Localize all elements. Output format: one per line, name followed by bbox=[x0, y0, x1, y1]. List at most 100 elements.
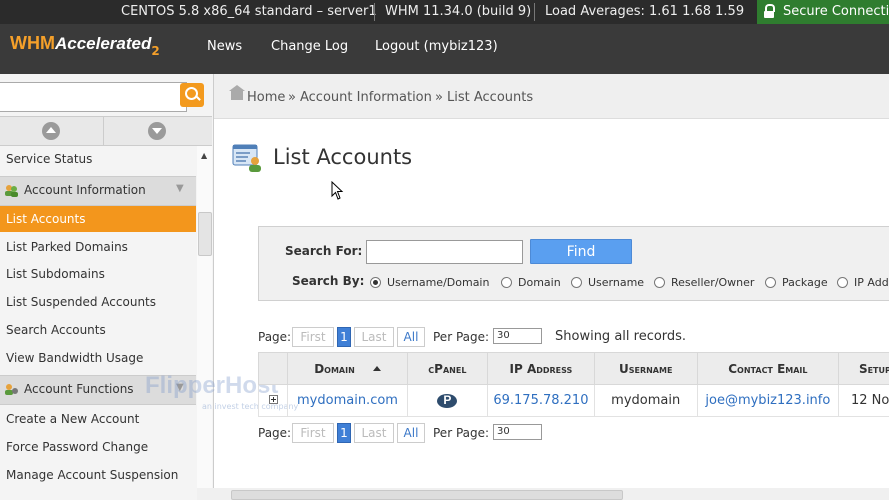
accounts-table: Domain cPanel IP Address Username Contac… bbox=[257, 352, 889, 417]
find-button[interactable]: Find bbox=[530, 239, 632, 264]
first-page-button[interactable]: First bbox=[292, 327, 334, 347]
sidebar-item-list-accounts[interactable]: List Accounts bbox=[0, 206, 196, 232]
column-header-ip-address[interactable]: IP Address bbox=[487, 352, 595, 385]
sidebar-item-list-subdomains[interactable]: List Subdomains bbox=[0, 261, 196, 287]
sidebar-item-manage-account-suspension[interactable]: Manage Account Suspension bbox=[0, 462, 196, 488]
sort-ascending-icon bbox=[372, 365, 381, 371]
nav-news[interactable]: News bbox=[207, 39, 242, 54]
chevron-up-icon[interactable] bbox=[42, 122, 60, 140]
username-cell: mydomain bbox=[593, 384, 698, 417]
secure-connection-badge: Secure Connection bbox=[757, 0, 889, 24]
page-title: List Accounts bbox=[273, 145, 413, 169]
app-header: WHMAccelerated2 News Change Log Logout (… bbox=[0, 24, 889, 74]
radio-button[interactable] bbox=[501, 277, 512, 288]
breadcrumb-separator: » bbox=[288, 90, 296, 105]
server-status-bar: CENTOS 5.8 x86_64 standard – server1 WHM… bbox=[0, 0, 889, 24]
column-header-setup[interactable]: Setup bbox=[837, 352, 889, 385]
cpanel-cell[interactable] bbox=[406, 384, 489, 417]
lock-icon bbox=[764, 4, 775, 18]
horizontal-scrollbar[interactable] bbox=[197, 488, 889, 500]
column-header-username[interactable]: Username bbox=[593, 352, 698, 385]
radio-button[interactable] bbox=[654, 277, 665, 288]
per-page-input[interactable]: 30 bbox=[493, 328, 542, 344]
scrollbar-thumb[interactable] bbox=[198, 212, 212, 256]
column-header-contact-email[interactable]: Contact Email bbox=[696, 352, 839, 385]
account-functions-icon bbox=[5, 384, 18, 395]
showing-records-text: Showing all records. bbox=[555, 329, 687, 344]
logo-accelerated: Accelerated bbox=[54, 34, 152, 53]
ip-cell[interactable]: 69.175.78.210 bbox=[487, 384, 595, 417]
search-by-label: Search By: bbox=[292, 274, 365, 288]
page-label: Page: bbox=[258, 426, 292, 440]
pagination-top: Page: First 1 Last All Per Page: 30 Show… bbox=[258, 327, 888, 347]
chevron-down-icon: ▼ bbox=[176, 183, 184, 194]
setup-cell: 12 Nov bbox=[837, 384, 889, 417]
breadcrumb-separator: » bbox=[435, 90, 443, 105]
sidebar-search-input[interactable] bbox=[0, 82, 187, 112]
sidebar-scroll-arrows bbox=[0, 116, 212, 146]
all-pages-button[interactable]: All bbox=[397, 327, 425, 347]
breadcrumb-home[interactable]: Home bbox=[247, 90, 285, 105]
last-page-button[interactable]: Last bbox=[354, 423, 394, 443]
radio-button[interactable] bbox=[765, 277, 776, 288]
arrow-divider bbox=[103, 117, 104, 145]
sidebar-item-force-password-change[interactable]: Force Password Change bbox=[0, 434, 196, 460]
table-row: mydomain.com 69.175.78.210 mydomain joe@… bbox=[257, 384, 889, 417]
whm-version: WHM 11.34.0 (build 9) bbox=[385, 4, 532, 19]
breadcrumb: Home » Account Information » List Accoun… bbox=[214, 74, 889, 119]
radio-button[interactable] bbox=[837, 277, 848, 288]
group-label: Account Information bbox=[24, 183, 146, 197]
column-header-cpanel[interactable]: cPanel bbox=[406, 352, 489, 385]
secure-connection-label: Secure Connection bbox=[783, 4, 889, 19]
sidebar-item-list-suspended-accounts[interactable]: List Suspended Accounts bbox=[0, 289, 196, 315]
list-accounts-icon bbox=[232, 144, 261, 172]
current-page-button[interactable]: 1 bbox=[337, 327, 351, 347]
search-icon[interactable] bbox=[180, 83, 204, 107]
page-label: Page: bbox=[258, 330, 292, 344]
pagination-bottom: Page: First 1 Last All Per Page: 30 bbox=[258, 423, 558, 443]
expand-cell[interactable] bbox=[257, 384, 289, 417]
first-page-button[interactable]: First bbox=[292, 423, 334, 443]
expand-row-icon[interactable] bbox=[269, 395, 278, 404]
logo-whm: WHM bbox=[10, 33, 55, 53]
radio-button[interactable] bbox=[571, 277, 582, 288]
sidebar-item-create-new-account[interactable]: Create a New Account bbox=[0, 406, 196, 432]
sidebar-item-view-bandwidth-usage[interactable]: View Bandwidth Usage bbox=[0, 345, 196, 371]
all-pages-button[interactable]: All bbox=[397, 423, 425, 443]
home-icon[interactable] bbox=[229, 85, 245, 100]
table-header-row: Domain cPanel IP Address Username Contac… bbox=[257, 352, 889, 385]
account-group-icon bbox=[5, 185, 18, 197]
whm-logo[interactable]: WHMAccelerated2 bbox=[10, 33, 160, 58]
per-page-input[interactable]: 30 bbox=[493, 424, 542, 440]
last-page-button[interactable]: Last bbox=[354, 327, 394, 347]
radio-button[interactable] bbox=[370, 277, 381, 288]
sidebar-item-service-status[interactable]: Service Status bbox=[0, 146, 196, 172]
search-input[interactable] bbox=[366, 240, 523, 264]
sidebar-item-search-accounts[interactable]: Search Accounts bbox=[0, 317, 196, 343]
current-page-button[interactable]: 1 bbox=[337, 423, 351, 443]
nav-logout[interactable]: Logout (mybiz123) bbox=[375, 39, 498, 54]
breadcrumb-account-information[interactable]: Account Information bbox=[300, 90, 432, 105]
sidebar-scrollbar[interactable]: ▲ bbox=[197, 146, 212, 500]
cpanel-logo-icon[interactable] bbox=[437, 393, 458, 408]
search-panel: Search For: Find Search By: Username/Dom… bbox=[258, 226, 889, 301]
scrollbar-thumb[interactable] bbox=[231, 490, 623, 500]
server-info: CENTOS 5.8 x86_64 standard – server1 bbox=[121, 4, 377, 19]
load-averages: Load Averages: 1.61 1.68 1.59 bbox=[545, 4, 745, 19]
mouse-cursor-icon bbox=[331, 181, 344, 200]
per-page-label: Per Page: bbox=[433, 330, 490, 344]
nav-change-log[interactable]: Change Log bbox=[271, 39, 348, 54]
logo-version: 2 bbox=[151, 44, 160, 58]
scroll-up-icon[interactable]: ▲ bbox=[201, 151, 207, 160]
domain-cell[interactable]: mydomain.com bbox=[287, 384, 408, 417]
sidebar-item-list-parked-domains[interactable]: List Parked Domains bbox=[0, 234, 196, 260]
search-for-label: Search For: bbox=[285, 244, 363, 258]
email-cell[interactable]: joe@mybiz123.info bbox=[696, 384, 839, 417]
breadcrumb-current: List Accounts bbox=[447, 90, 534, 105]
sidebar-group-account-information[interactable]: Account Information ▼ bbox=[0, 176, 196, 206]
group-label: Account Functions bbox=[24, 382, 134, 396]
sidebar: Service Status Account Information ▼ Lis… bbox=[0, 74, 214, 500]
column-header-domain[interactable]: Domain bbox=[287, 352, 408, 385]
status-divider bbox=[534, 3, 535, 21]
chevron-down-icon[interactable] bbox=[148, 122, 166, 140]
